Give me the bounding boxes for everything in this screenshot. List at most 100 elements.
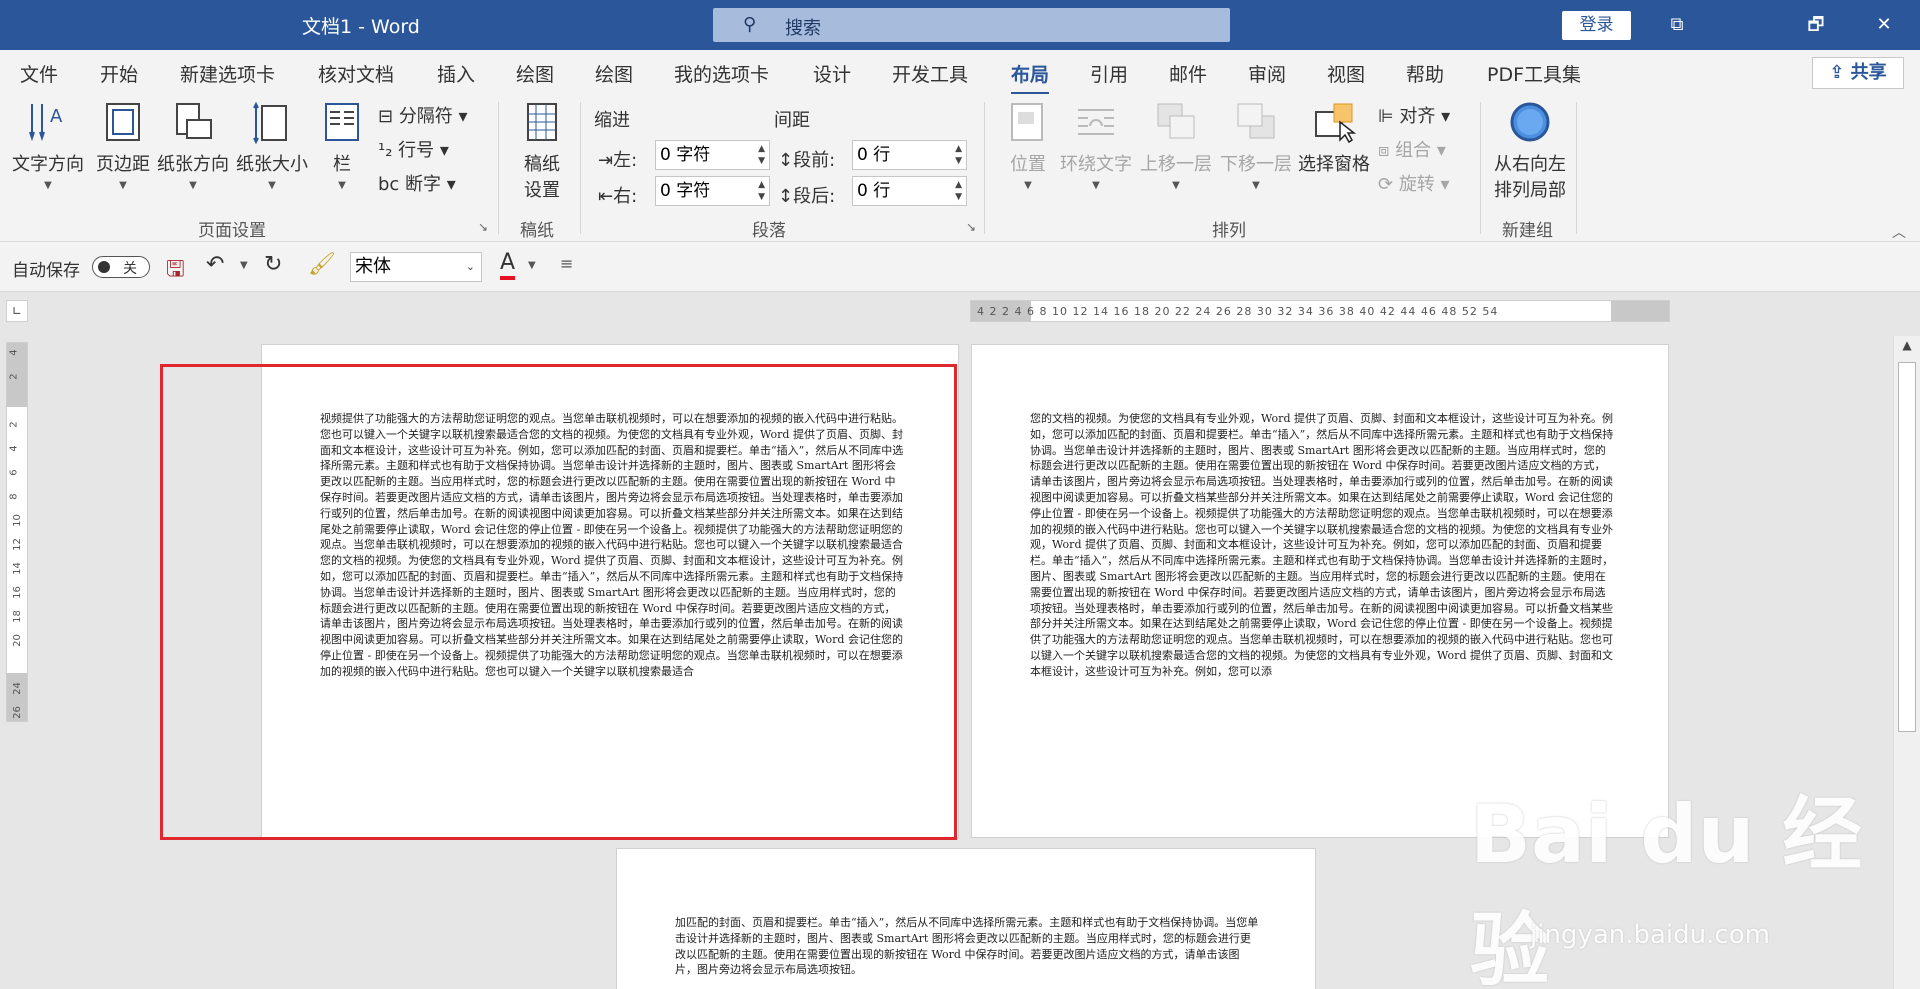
breaks-label: 分隔符 [398,106,453,127]
separator [498,102,499,234]
paragraph-launcher-icon[interactable]: ↘ [966,220,976,234]
rotate-button[interactable]: ⟳ 旋转 ▾ [1378,170,1450,196]
tab-help[interactable]: 帮助 [1406,60,1444,87]
collapse-ribbon-icon[interactable]: ︿ [1892,222,1906,242]
selection-pane-icon [1312,100,1357,144]
tab-review[interactable]: 审阅 [1248,60,1286,87]
undo-icon[interactable]: ↶ [206,252,224,277]
spacing-after-input[interactable]: 0 行 ▲ ▼ [852,176,967,206]
redo-icon[interactable]: ↻ [264,252,282,277]
horizontal-ruler[interactable]: 4 2 2 4 6 8 10 12 14 16 18 20 22 24 26 2… [970,300,1670,322]
ruler-v-number: 20 [11,634,23,647]
share-button[interactable]: ⇪ 共享 [1812,57,1904,89]
vertical-ruler[interactable]: 4 2 2 4 6 8 10 12 14 16 18 20 24 26 [6,342,28,722]
font-color-dropdown-icon[interactable]: ▼ [528,260,536,271]
customize-qat-icon[interactable]: ≡ [560,254,573,273]
separator [580,102,581,234]
spacing-before-input[interactable]: 0 行 ▲ ▼ [852,140,967,170]
margins-button[interactable]: 页边距 ▼ [96,100,150,191]
ribbon-layout: A 文字方向 ▼ 页边距 ▼ 纸张方向 ▼ 纸张大小 ▼ 栏 ▼ ⊟ 分隔符 ▾ ¹₂ 行… [0,94,1920,242]
search-box[interactable]: ⚲ 搜索 [713,8,1230,42]
tab-layout[interactable]: 布局 [1011,60,1050,95]
circle-icon [1508,100,1552,144]
tab-home[interactable]: 开始 [100,60,138,87]
align-button[interactable]: ⊫ 对齐 ▾ [1378,102,1450,128]
spin-arrows-icon[interactable]: ▲ ▼ [758,143,765,167]
columns-button[interactable]: 栏 ▼ [320,100,364,191]
close-icon[interactable]: ✕ [1864,10,1904,40]
page-2[interactable]: 您的文档的视频。为使您的文档具有专业外观，Word 提供了页眉、页脚、封面和文本… [971,344,1669,838]
line-numbers-button[interactable]: ¹₂ 行号 ▾ [378,136,449,162]
format-painter-icon[interactable]: 🖌 [308,252,336,277]
tab-view[interactable]: 视图 [1327,60,1365,87]
indent-right-input[interactable]: 0 字符 ▲ ▼ [655,176,770,206]
bring-forward-button[interactable]: 上移一层 ▼ [1140,100,1212,191]
tab-new[interactable]: 新建选项卡 [180,60,275,87]
manuscript-label-2: 设置 [524,180,560,201]
align-label: 对齐 [1399,106,1436,127]
hyphenation-button[interactable]: bc 断字 ▾ [378,170,456,196]
quick-access-toolbar: 自动保存 关 🖫 ↶ ▼ ↻ 🖌 宋体 ⌄ A ▼ ≡ [0,242,1920,292]
font-select[interactable]: 宋体 ⌄ [350,252,482,282]
restore-icon[interactable]: 🗗 [1796,10,1836,40]
wrap-text-button[interactable]: 环绕文字 ▼ [1060,100,1132,191]
indent-left-input[interactable]: 0 字符 ▲ ▼ [655,140,770,170]
tab-file[interactable]: 文件 [20,60,58,87]
indent-left-icon: ⇥ [598,150,614,171]
manuscript-label-1: 稿纸 [524,154,560,175]
indent-label: 缩进 [594,110,630,131]
hyphenation-label: 断字 [405,174,442,195]
ruler-v-number: 26 [11,706,23,719]
tab-insert[interactable]: 插入 [437,60,475,87]
tab-references[interactable]: 引用 [1090,60,1128,87]
size-button[interactable]: 纸张大小 ▼ [236,100,308,191]
tab-check[interactable]: 核对文档 [318,60,394,87]
group-paragraph: 段落 [752,221,786,241]
size-label: 纸张大小 [236,154,308,175]
breaks-button[interactable]: ⊟ 分隔符 ▾ [378,102,468,128]
manuscript-setup-button[interactable]: 稿纸 设置 [520,100,564,202]
bring-forward-icon [1154,100,1198,144]
spin-arrows-icon[interactable]: ▲ ▼ [955,143,962,167]
breaks-icon: ⊟ [378,106,399,127]
tab-design[interactable]: 设计 [813,60,851,87]
tab-draw-2[interactable]: 绘图 [595,60,633,87]
tab-my-tab[interactable]: 我的选项卡 [674,60,769,87]
spin-arrows-icon[interactable]: ▲ ▼ [955,179,962,203]
position-label: 位置 [1010,154,1046,175]
send-backward-button[interactable]: 下移一层 ▼ [1220,100,1292,191]
ruler-v-number: 10 [11,514,23,527]
tab-pdf[interactable]: PDF工具集 [1487,60,1581,87]
tab-mailings[interactable]: 邮件 [1169,60,1207,87]
tab-selector-icon[interactable]: ∟ [6,300,28,322]
scroll-thumb[interactable] [1898,362,1916,732]
selection-pane-button[interactable]: 选择窗格 [1298,100,1370,176]
orientation-label: 纸张方向 [157,154,229,175]
login-button[interactable]: 登录 [1562,11,1631,40]
page-3-text[interactable]: 加匹配的封面、页眉和提要栏。单击“插入”，然后从不同库中选择所需元素。主题和样式… [675,915,1259,989]
wrap-text-icon [1074,100,1118,144]
group-objects-button[interactable]: ⧈ 组合 ▾ [1378,136,1446,162]
scroll-up-icon[interactable]: ▲ [1894,338,1920,352]
save-icon[interactable]: 🖫 [166,252,185,290]
position-button[interactable]: 位置 ▼ [1006,100,1050,191]
orientation-button[interactable]: 纸张方向 ▼ [157,100,229,191]
spin-arrows-icon[interactable]: ▲ ▼ [758,179,765,203]
undo-dropdown-icon[interactable]: ▼ [240,260,248,271]
tab-draw-1[interactable]: 绘图 [516,60,554,87]
group-objects-icon: ⧈ [1378,140,1396,161]
page-setup-launcher-icon[interactable]: ↘ [478,220,488,234]
page-2-text[interactable]: 您的文档的视频。为使您的文档具有专业外观，Word 提供了页眉、页脚、封面和文本… [1030,411,1614,811]
text-direction-button[interactable]: A 文字方向 ▼ [12,100,84,191]
ribbon-display-icon[interactable]: ⧉ [1657,10,1697,40]
autosave-toggle[interactable]: 关 [92,256,150,278]
rotate-icon: ⟳ [1378,174,1399,195]
font-color-icon[interactable]: A [500,250,516,280]
rtl-arrange-button[interactable]: 从右向左 排列局部 [1494,100,1566,202]
page-3[interactable]: 加匹配的封面、页眉和提要栏。单击“插入”，然后从不同库中选择所需元素。主题和样式… [616,848,1316,989]
search-placeholder: 搜索 [785,18,821,39]
tab-developer[interactable]: 开发工具 [892,60,968,87]
separator [1480,102,1481,234]
ruler-v-number: 4 [8,349,20,356]
watermark-logo: Bai du 经验 [1470,788,1863,989]
